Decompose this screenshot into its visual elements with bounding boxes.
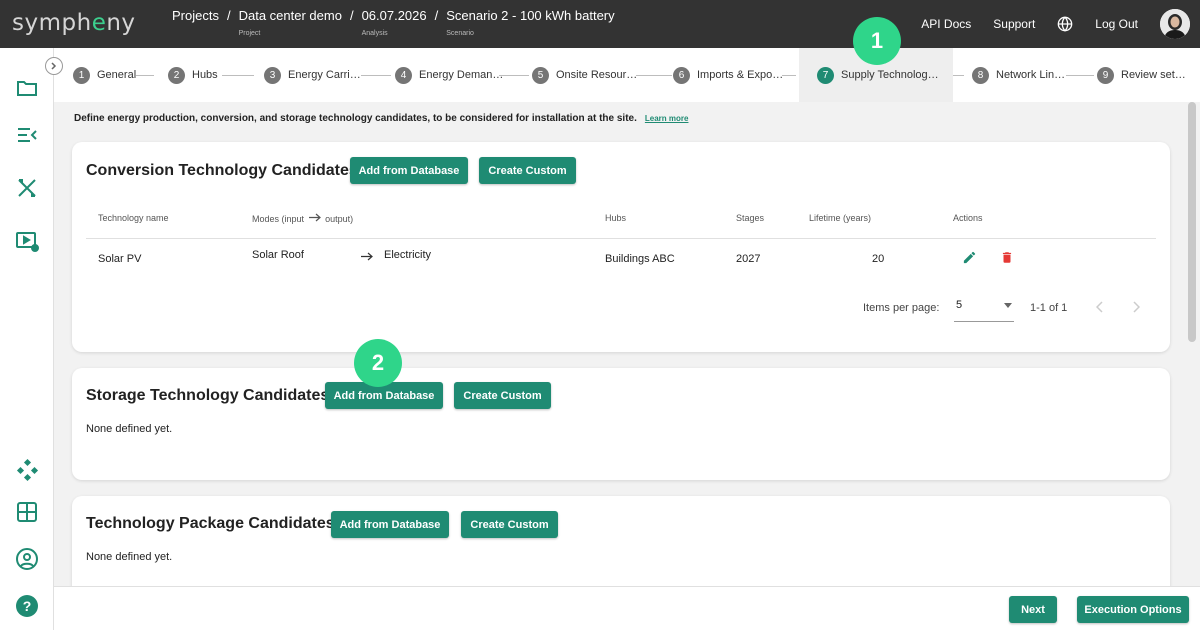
step-energy-demands[interactable]: 4 Energy Deman…	[395, 48, 503, 102]
learn-more-link[interactable]: Learn more	[645, 114, 689, 123]
arrow-right-icon	[361, 252, 373, 261]
previous-page-icon[interactable]	[1096, 301, 1104, 313]
grid-icon[interactable]	[15, 500, 39, 524]
step-general[interactable]: 1 General	[73, 48, 136, 102]
column-lifetime: Lifetime (years)	[809, 213, 872, 223]
execution-options-button[interactable]: Execution Options	[1077, 596, 1189, 623]
cell-mode-output: Electricity	[384, 249, 432, 261]
user-avatar-icon	[1160, 9, 1190, 39]
tools-icon[interactable]	[15, 176, 39, 200]
column-hubs: Hubs	[605, 213, 627, 223]
breadcrumb-analysis[interactable]: 06.07.2026 Analysis	[362, 8, 427, 38]
conversion-add-from-database-button[interactable]: Add from Database	[350, 157, 468, 184]
breadcrumb-separator: /	[434, 8, 439, 23]
api-docs-link[interactable]: API Docs	[921, 17, 971, 31]
logout-link[interactable]: Log Out	[1095, 17, 1138, 31]
arrow-right-icon	[308, 213, 321, 222]
breadcrumb-scenario[interactable]: Scenario 2 - 100 kWh battery Scenario	[446, 8, 614, 38]
footer-bar: Next Execution Options	[54, 586, 1200, 630]
step-network-links[interactable]: 8 Network Lin…	[972, 48, 1065, 102]
breadcrumb: Projects / Data center demo Project / 06…	[172, 8, 615, 38]
cell-hubs: Buildings ABC	[605, 253, 675, 265]
caret-down-icon	[1004, 303, 1012, 308]
package-title: Technology Package Candidates	[86, 515, 335, 532]
package-create-custom-button[interactable]: Create Custom	[461, 511, 558, 538]
logo-text: symph	[12, 10, 92, 36]
sidebar-expand-button[interactable]	[45, 57, 63, 75]
step-imports-exports[interactable]: 6 Imports & Expo…	[673, 48, 783, 102]
storage-title: Storage Technology Candidates	[86, 387, 330, 404]
step-hubs[interactable]: 2 Hubs	[168, 48, 218, 102]
globe-icon[interactable]	[1057, 16, 1073, 32]
list-collapse-icon[interactable]	[15, 123, 39, 147]
conversion-create-custom-button[interactable]: Create Custom	[479, 157, 576, 184]
help-icon[interactable]: ?	[15, 594, 39, 618]
scrollbar[interactable]	[1188, 102, 1196, 342]
next-page-icon[interactable]	[1132, 301, 1140, 313]
step-connector	[782, 75, 796, 76]
cell-mode-input: Solar Roof	[252, 249, 304, 261]
avatar[interactable]	[1160, 9, 1190, 39]
logo-text-end: ny	[106, 10, 136, 36]
column-modes: Modes (input output)	[252, 213, 354, 224]
next-button[interactable]: Next	[1009, 596, 1057, 623]
step-connector	[361, 75, 391, 76]
callout-badge-1: 1	[853, 17, 901, 65]
support-link[interactable]: Support	[993, 17, 1035, 31]
top-bar: sympheny Projects / Data center demo Pro…	[0, 0, 1200, 48]
items-per-page-label: Items per page:	[863, 302, 940, 314]
step-review-settings[interactable]: 9 Review set…	[1097, 48, 1186, 102]
step-onsite-resources[interactable]: 5 Onsite Resour…	[532, 48, 637, 102]
breadcrumb-project[interactable]: Data center demo Project	[239, 8, 342, 38]
header-actions: API Docs Support Log Out	[921, 0, 1200, 48]
step-connector	[1066, 75, 1094, 76]
step-connector	[636, 75, 672, 76]
breadcrumb-separator: /	[349, 8, 354, 23]
page-description: Define energy production, conversion, an…	[74, 113, 689, 124]
network-icon[interactable]	[15, 458, 39, 482]
items-per-page-select[interactable]: 5	[954, 294, 1014, 322]
package-empty-text: None defined yet.	[86, 551, 173, 563]
play-settings-icon[interactable]	[15, 229, 39, 253]
svg-text:?: ?	[23, 598, 32, 614]
callout-badge-2: 2	[354, 339, 402, 387]
breadcrumb-separator: /	[226, 8, 231, 23]
user-icon[interactable]	[15, 547, 39, 571]
column-technology-name: Technology name	[98, 213, 169, 223]
package-add-from-database-button[interactable]: Add from Database	[331, 511, 449, 538]
logo-accent-letter: e	[91, 10, 107, 36]
cell-stages: 2027	[736, 253, 761, 265]
table-divider	[86, 238, 1156, 239]
step-energy-carriers[interactable]: 3 Energy Carri…	[264, 48, 361, 102]
pagination-range: 1-1 of 1	[1030, 302, 1068, 314]
cell-technology-name: Solar PV	[98, 253, 142, 265]
storage-empty-text: None defined yet.	[86, 423, 173, 435]
edit-pencil-icon[interactable]	[962, 250, 977, 265]
conversion-title: Conversion Technology Candidates	[86, 162, 358, 179]
column-actions: Actions	[953, 213, 983, 223]
chevron-right-icon	[51, 62, 57, 70]
stepper: 1 General 2 Hubs 3 Energy Carri… 4 Energy De…	[54, 48, 1200, 102]
sidebar: ?	[0, 48, 54, 630]
logo[interactable]: sympheny	[12, 10, 136, 36]
breadcrumb-projects[interactable]: Projects	[172, 8, 219, 30]
column-stages: Stages	[736, 213, 765, 223]
cell-lifetime: 20	[872, 253, 885, 265]
folder-icon[interactable]	[15, 76, 39, 100]
storage-create-custom-button[interactable]: Create Custom	[454, 382, 551, 409]
storage-card: Storage Technology Candidates Add from D…	[72, 368, 1170, 480]
step-connector	[136, 75, 154, 76]
step-connector	[499, 75, 529, 76]
conversion-card: Conversion Technology Candidates Add fro…	[72, 142, 1170, 352]
delete-trash-icon[interactable]	[1000, 250, 1014, 265]
step-connector	[222, 75, 254, 76]
